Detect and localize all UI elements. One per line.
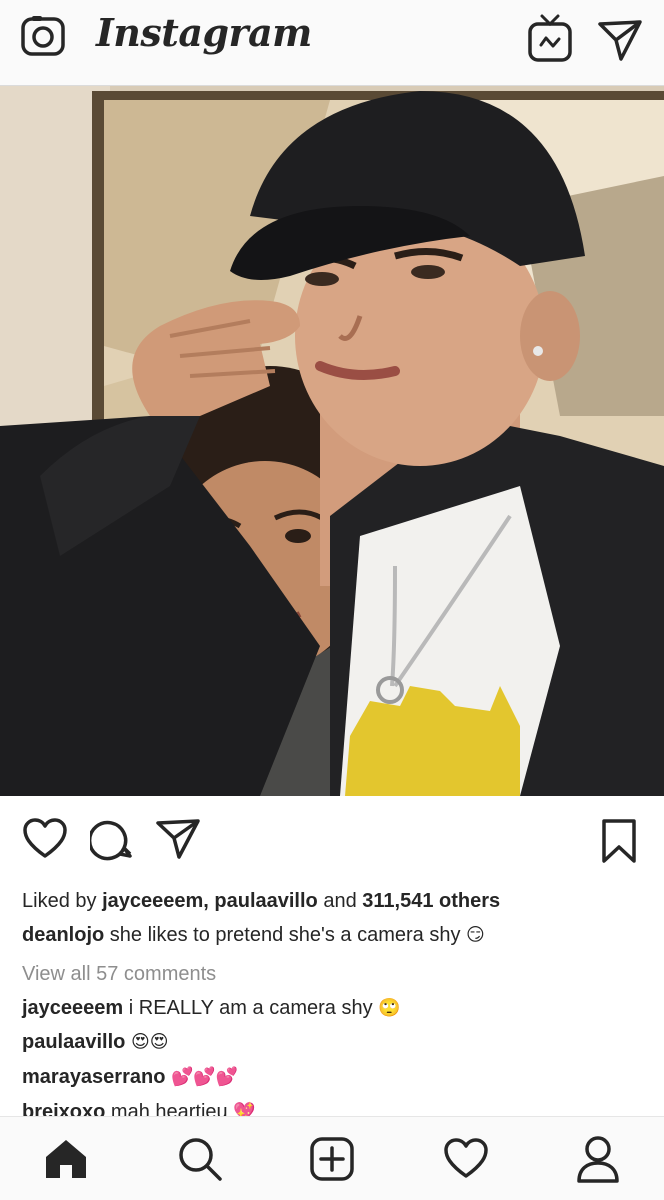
eye-roll-emoji: 🙄 (378, 997, 401, 1019)
nav-activity[interactable] (442, 1135, 490, 1183)
post-details: Liked by jayceeeem, paulaavillo and 311,… (22, 884, 642, 1130)
caption-text: she likes to pretend she's a camera shy (109, 924, 461, 946)
heart-icon[interactable] (22, 818, 68, 860)
liker-username[interactable]: jayceeeem, (102, 890, 209, 912)
view-all-comments-link[interactable]: View all 57 comments (22, 957, 642, 991)
bookmark-icon[interactable] (600, 818, 638, 864)
add-post-icon (310, 1137, 354, 1181)
comment-username[interactable]: marayaserrano (22, 1066, 165, 1088)
nav-new-post[interactable] (308, 1135, 356, 1183)
search-icon (179, 1138, 222, 1181)
caption-username[interactable]: deanlojo (22, 924, 104, 946)
heart-eyes-emoji: 😍😍 (130, 1032, 169, 1054)
likes-prefix: Liked by (22, 890, 97, 912)
comment-row: paulaavillo 😍😍 (22, 1025, 642, 1060)
home-icon (46, 1140, 86, 1178)
likes-and: and (323, 890, 357, 912)
top-bar: Instagram (0, 0, 664, 86)
nav-profile[interactable] (574, 1135, 622, 1183)
post-photo[interactable] (0, 86, 664, 796)
two-hearts-emoji: 💕💕💕 (171, 1066, 239, 1088)
post-actions (0, 796, 664, 880)
camera-icon[interactable] (20, 13, 66, 59)
comment-username[interactable]: paulaavillo (22, 1031, 125, 1053)
comment-icon[interactable] (90, 818, 134, 862)
smirk-emoji: 😏 (466, 924, 485, 946)
comment-username[interactable]: jayceeeem (22, 997, 123, 1019)
nav-search[interactable] (176, 1135, 224, 1183)
instagram-logo: Instagram (96, 10, 312, 55)
comment-text: i REALLY am a camera shy (128, 996, 373, 1019)
direct-message-icon[interactable] (597, 18, 643, 62)
selfie-photo (0, 86, 664, 796)
comment-row: jayceeeem i REALLY am a camera shy 🙄 (22, 991, 642, 1026)
likes-line: Liked by jayceeeem, paulaavillo and 311,… (22, 884, 642, 918)
bottom-nav (0, 1116, 664, 1200)
activity-heart-icon (444, 1138, 488, 1178)
nav-home[interactable] (42, 1135, 90, 1183)
igtv-icon[interactable] (526, 12, 574, 64)
share-icon[interactable] (155, 818, 201, 860)
liker-username[interactable]: paulaavillo (214, 890, 317, 912)
caption-line: deanlojo she likes to pretend she's a ca… (22, 918, 642, 953)
comment-row: marayaserrano 💕💕💕 (22, 1060, 642, 1095)
likes-count[interactable]: 311,541 others (362, 890, 500, 912)
profile-icon (577, 1136, 619, 1183)
